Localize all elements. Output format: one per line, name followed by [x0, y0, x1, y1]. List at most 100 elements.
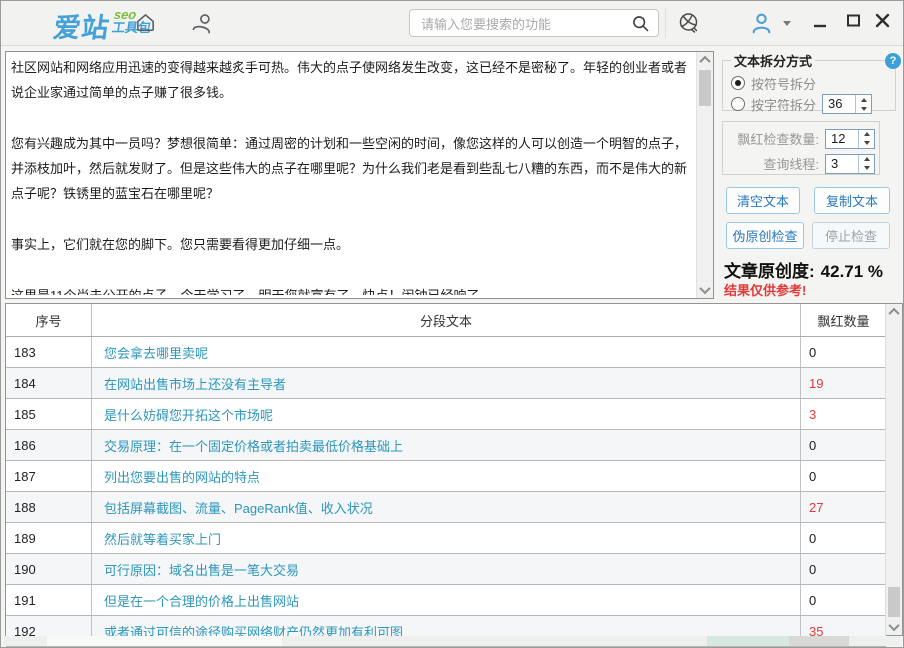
thread-value[interactable]: 3	[826, 155, 858, 173]
radio-split-by-chars[interactable]: 按字符拆分 36	[731, 94, 889, 114]
result-disclaimer: 结果仅供参考!	[724, 280, 806, 299]
thread-spinner: 3	[825, 154, 875, 174]
originality-check-button[interactable]: 伪原创检查	[726, 222, 804, 249]
radio-split-by-symbol[interactable]: 按符号拆分	[731, 73, 889, 93]
red-count: 0	[801, 430, 886, 460]
segment-text-link[interactable]: 您会拿去哪里卖呢	[92, 337, 801, 367]
scrollbar-segment	[47, 636, 282, 646]
red-count: 0	[801, 337, 886, 367]
segment-text-link[interactable]: 可行原因：域名出售是一笔大交易	[92, 554, 801, 584]
spinner-down-icon[interactable]	[859, 139, 874, 148]
segment-text-link[interactable]: 在网站出售市场上还没有主导者	[92, 368, 801, 398]
segment-text-link[interactable]: 交易原理：在一个固定价格或者拍卖最低价格基础上	[92, 430, 801, 460]
settings-panel: 文本拆分方式 按符号拆分 按字符拆分 36 ? 飘红检查数量:	[720, 51, 903, 299]
table-row[interactable]: 187列出您要出售的网站的特点0	[6, 461, 886, 492]
help-icon[interactable]: ?	[885, 53, 901, 69]
segment-text-link[interactable]: 列出您要出售的网站的特点	[92, 461, 801, 491]
originality-value: 42.71 %	[821, 262, 883, 281]
radio-char-label: 按字符拆分	[751, 95, 816, 114]
segments-table: 序号 分段文本 飘红数量 183您会拿去哪里卖呢0184在网站出售市场上还没有主…	[5, 303, 903, 636]
editor-paragraph: 您有兴趣成为其中一员吗？梦想很简单：通过周密的计划和一些空闲的时间，像您这样的人…	[11, 131, 693, 206]
search-icon[interactable]	[630, 13, 651, 39]
segment-text-link[interactable]: 然后就等着买家上门	[92, 523, 801, 553]
table-body: 183您会拿去哪里卖呢0184在网站出售市场上还没有主导者19185是什么妨碍您…	[6, 337, 886, 647]
scrollbar-segment	[789, 636, 849, 646]
spinner-down-icon[interactable]	[856, 104, 871, 113]
header-red-count: 飘红数量	[801, 304, 886, 336]
header-index: 序号	[6, 304, 92, 336]
stop-check-button[interactable]: 停止检查	[812, 222, 890, 249]
table-row[interactable]: 186交易原理：在一个固定价格或者拍卖最低价格基础上0	[6, 430, 886, 461]
spinner-up-icon[interactable]	[859, 155, 874, 164]
red-check-spinner: 12	[825, 129, 875, 149]
horizontal-scrollbar[interactable]	[4, 636, 900, 646]
row-index: 189	[6, 523, 92, 553]
network-tools-icon[interactable]	[677, 11, 701, 40]
red-count: 3	[801, 399, 886, 429]
split-mode-group: 文本拆分方式 按符号拆分 按字符拆分 36	[722, 51, 896, 111]
row-index: 185	[6, 399, 92, 429]
user-account-icon[interactable]	[749, 11, 774, 41]
scrollbar-segment	[707, 636, 789, 646]
scroll-down-icon[interactable]	[886, 619, 902, 635]
row-index: 183	[6, 337, 92, 367]
radio-button-icon[interactable]	[731, 76, 745, 90]
row-index: 187	[6, 461, 92, 491]
table-scrollbar[interactable]	[885, 304, 902, 635]
spinner-down-icon[interactable]	[859, 164, 874, 173]
scroll-thumb[interactable]	[699, 70, 711, 106]
titlebar-divider	[665, 8, 666, 38]
segment-text-link[interactable]: 包括屏幕截图、流量、PageRank值、收入状况	[92, 492, 801, 522]
spinner-up-icon[interactable]	[859, 130, 874, 139]
spinner-up-icon[interactable]	[856, 95, 871, 104]
scroll-up-icon[interactable]	[886, 304, 902, 320]
scroll-up-icon[interactable]	[697, 52, 713, 68]
close-icon[interactable]	[875, 13, 890, 33]
table-header: 序号 分段文本 飘红数量	[6, 304, 886, 337]
table-row[interactable]: 184在网站出售市场上还没有主导者19	[6, 368, 886, 399]
red-count: 0	[801, 461, 886, 491]
radio-symbol-label: 按符号拆分	[751, 74, 816, 93]
editor-paragraph: 这里是11个尚未公开的点子，今天学习了，明天您就富有了。快点！闹钟已经响了。	[11, 283, 693, 295]
red-check-value[interactable]: 12	[826, 130, 858, 148]
header-segment-text: 分段文本	[92, 304, 801, 336]
dropdown-caret-icon[interactable]	[783, 21, 791, 26]
red-count: 0	[801, 585, 886, 615]
table-row[interactable]: 191但是在一个合理的价格上出售网站0	[6, 585, 886, 616]
scroll-down-icon[interactable]	[697, 282, 713, 298]
table-row[interactable]: 188包括屏幕截图、流量、PageRank值、收入状况27	[6, 492, 886, 523]
clear-text-button[interactable]: 清空文本	[726, 187, 800, 214]
split-mode-title: 文本拆分方式	[731, 51, 815, 70]
red-count: 19	[801, 368, 886, 398]
red-count: 0	[801, 523, 886, 553]
originality-label: 文章原创度:	[724, 262, 815, 281]
logo-text-main: 爱站	[51, 6, 112, 45]
originality-result: 文章原创度: 42.71 %	[724, 257, 883, 282]
app-window: 爱站 seo 工具包	[0, 0, 904, 648]
home-icon[interactable]	[134, 11, 157, 39]
minimize-icon[interactable]	[813, 16, 827, 35]
segment-text-link[interactable]: 但是在一个合理的价格上出售网站	[92, 585, 801, 615]
article-text-editor[interactable]: 社区网站和网络应用迅速的变得越来越炙手可热。伟大的点子使网络发生改变，这已经不是…	[5, 51, 714, 299]
editor-paragraph: 社区网站和网络应用迅速的变得越来越炙手可热。伟大的点子使网络发生改变，这已经不是…	[11, 55, 693, 105]
editor-paragraph: 事实上，它们就在您的脚下。您只需要看得更加仔细一点。	[11, 232, 693, 257]
search-input[interactable]	[419, 11, 623, 37]
scroll-thumb[interactable]	[888, 587, 900, 617]
row-index: 186	[6, 430, 92, 460]
maximize-icon[interactable]	[846, 13, 861, 33]
char-count-value[interactable]: 36	[823, 95, 855, 113]
check-settings-group: 飘红检查数量: 12 查询线程: 3	[722, 121, 880, 175]
function-search-box	[409, 9, 659, 37]
copy-text-button[interactable]: 复制文本	[814, 187, 890, 214]
editor-scrollbar[interactable]	[696, 52, 713, 298]
thread-label: 查询线程:	[763, 154, 819, 173]
segment-text-link[interactable]: 是什么妨碍您开拓这个市场呢	[92, 399, 801, 429]
table-row[interactable]: 183您会拿去哪里卖呢0	[6, 337, 886, 368]
radio-button-icon[interactable]	[731, 97, 745, 111]
char-count-spinner: 36	[822, 94, 872, 114]
red-check-label: 飘红检查数量:	[737, 129, 819, 148]
table-row[interactable]: 185是什么妨碍您开拓这个市场呢3	[6, 399, 886, 430]
table-row[interactable]: 189然后就等着买家上门0	[6, 523, 886, 554]
profile-icon[interactable]	[190, 11, 214, 40]
table-row[interactable]: 190可行原因：域名出售是一笔大交易0	[6, 554, 886, 585]
